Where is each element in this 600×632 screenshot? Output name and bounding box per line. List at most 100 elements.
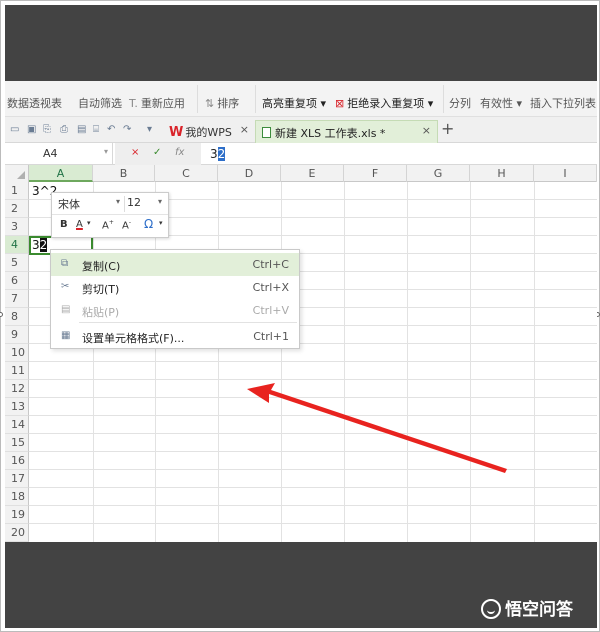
screenshot-frame: 数据透视表 自动筛选 T. 重新应用 ⇅ 排序 高亮重复项 ▾ ⊠ 拒绝录入重复项 ▾… [0, 0, 600, 632]
auto-filter-button[interactable]: 自动筛选 [78, 95, 122, 111]
row-header-10[interactable]: 10 [5, 344, 29, 362]
open-icon[interactable]: ⎘ [43, 124, 51, 135]
grid-line [281, 182, 282, 542]
context-menu-format-cells[interactable]: ▦ 设置单元格格式(F)... Ctrl+1 [51, 325, 299, 348]
tab-my-wps[interactable]: W 我的WPS × [163, 120, 255, 143]
column-header-a[interactable]: A [29, 165, 93, 182]
context-menu-copy[interactable]: ⧉ 复制(C) Ctrl+C [51, 253, 299, 276]
context-menu-paste[interactable]: ▤ 粘贴(P) Ctrl+V [51, 299, 299, 322]
text-to-columns-button[interactable]: 分列 [449, 95, 471, 111]
grid-line [29, 361, 597, 362]
menu-icon[interactable]: ▭ [10, 124, 19, 135]
insert-dropdown-list-button[interactable]: 插入下拉列表 [530, 95, 596, 111]
font-color-button[interactable]: A [76, 219, 83, 230]
special-character-icon[interactable]: Ω [144, 217, 153, 231]
ribbon-divider [255, 85, 256, 113]
format-painter-icon[interactable]: ⌸ [93, 124, 99, 135]
grid-line [29, 469, 597, 470]
wps-spreadsheet-app: 数据透视表 自动筛选 T. 重新应用 ⇅ 排序 高亮重复项 ▾ ⊠ 拒绝录入重复项 ▾… [5, 81, 597, 542]
save-icon[interactable]: ▣ [27, 124, 36, 135]
grid-line [29, 397, 597, 398]
chevron-down-icon[interactable]: ▾ [158, 197, 162, 206]
row-header-16[interactable]: 16 [5, 452, 29, 470]
row-header-9[interactable]: 9 [5, 326, 29, 344]
font-family-select[interactable]: 宋体 ▾ [56, 196, 122, 212]
row-header-15[interactable]: 15 [5, 434, 29, 452]
validation-button[interactable]: 有效性 ▾ [480, 95, 522, 111]
decrease-font-size-button[interactable]: A- [122, 219, 131, 231]
row-header-5[interactable]: 5 [5, 254, 29, 272]
row-header-17[interactable]: 17 [5, 470, 29, 488]
select-all-corner[interactable] [5, 165, 29, 182]
bold-button[interactable]: B [60, 219, 68, 230]
customize-dropdown-icon[interactable]: ▾ [147, 124, 152, 135]
undo-icon[interactable]: ↶ [107, 124, 115, 135]
column-header-d[interactable]: D [218, 165, 281, 182]
formula-input[interactable]: 32 [210, 147, 226, 161]
context-menu-cut[interactable]: ✂ 剪切(T) Ctrl+X [51, 276, 299, 299]
tab-active-workbook[interactable]: 新建 XLS 工作表.xls * × [255, 120, 438, 143]
top-dark-band [5, 5, 597, 81]
highlight-duplicates-button[interactable]: 高亮重复项 ▾ [262, 95, 326, 111]
font-color-dropdown-icon[interactable]: ▾ [87, 219, 91, 227]
mini-toolbar-font-row: 宋体 ▾ 12 ▾ [52, 193, 168, 215]
column-header-c[interactable]: C [155, 165, 218, 182]
reject-duplicates-button[interactable]: ⊠ 拒绝录入重复项 ▾ [335, 95, 433, 111]
chevron-down-icon[interactable]: ▾ [159, 219, 163, 227]
increase-font-size-button[interactable]: A+ [102, 219, 114, 231]
sort-icon: ⇅ [205, 97, 215, 110]
column-header-b[interactable]: B [93, 165, 155, 182]
pivot-table-button[interactable]: 数据透视表 [7, 95, 62, 111]
grid-line [29, 487, 597, 488]
row-header-11[interactable]: 11 [5, 362, 29, 380]
formula-selected-text: 2 [217, 147, 226, 161]
close-icon[interactable]: × [240, 123, 249, 136]
row-header-14[interactable]: 14 [5, 416, 29, 434]
row-header-19[interactable]: 19 [5, 506, 29, 524]
row-header-2[interactable]: 2 [5, 200, 29, 218]
column-header-g[interactable]: G [407, 165, 470, 182]
new-tab-button[interactable]: + [441, 119, 454, 138]
column-header-i[interactable]: I [534, 165, 597, 182]
reapply-button[interactable]: T. 重新应用 [129, 95, 185, 111]
grid-line [534, 182, 535, 542]
row-header-4[interactable]: 4 [5, 236, 29, 254]
watermark: 悟空问答 [481, 595, 573, 620]
column-header-h[interactable]: H [470, 165, 534, 182]
preview-icon[interactable]: ▤ [77, 124, 86, 135]
wukong-logo-icon [481, 599, 501, 619]
wps-logo-icon: W [169, 125, 184, 140]
context-menu: ⧉ 复制(C) Ctrl+C ✂ 剪切(T) Ctrl+X ▤ 粘贴(P) Ct… [50, 249, 300, 349]
redo-icon[interactable]: ↷ [123, 124, 131, 135]
sort-button[interactable]: ⇅ 排序 [205, 95, 239, 111]
formula-controls: × ✓ fx [115, 143, 201, 165]
grid-line [29, 415, 597, 416]
print-icon[interactable]: ⎙ [60, 124, 68, 135]
row-header-13[interactable]: 13 [5, 398, 29, 416]
row-header-3[interactable]: 3 [5, 218, 29, 236]
insert-function-icon[interactable]: fx [175, 147, 184, 158]
cell-a4-editing[interactable]: 32 [32, 238, 48, 252]
close-icon[interactable]: × [422, 124, 431, 137]
confirm-edit-icon[interactable]: ✓ [153, 147, 161, 158]
row-header-18[interactable]: 18 [5, 488, 29, 506]
cancel-edit-icon[interactable]: × [131, 147, 139, 158]
row-header-7[interactable]: 7 [5, 290, 29, 308]
column-header-f[interactable]: F [344, 165, 407, 182]
row-header-6[interactable]: 6 [5, 272, 29, 290]
column-header-e[interactable]: E [281, 165, 344, 182]
document-tab-bar: ▭ ▣ ⎘ ⎙ ▤ ⌸ ↶ ↷ ▾ W 我的WPS × 新建 XLS 工作表.xl… [5, 117, 597, 143]
paste-icon: ▤ [61, 304, 71, 315]
chevron-down-icon[interactable]: ▾ [104, 147, 108, 156]
grid-line [218, 182, 219, 542]
row-header-20[interactable]: 20 [5, 524, 29, 542]
row-header-8[interactable]: 8 [5, 308, 29, 326]
font-size-select[interactable]: 12 ▾ [124, 196, 164, 212]
cut-icon: ✂ [61, 281, 70, 292]
row-header-12[interactable]: 12 [5, 380, 29, 398]
name-box[interactable]: A4 ▾ [5, 143, 113, 165]
formula-bar: A4 ▾ × ✓ fx 32 [5, 143, 597, 165]
chevron-down-icon[interactable]: ▾ [116, 197, 120, 206]
row-header-1[interactable]: 1 [5, 182, 29, 200]
data-ribbon: 数据透视表 自动筛选 T. 重新应用 ⇅ 排序 高亮重复项 ▾ ⊠ 拒绝录入重复项 ▾… [5, 81, 597, 117]
